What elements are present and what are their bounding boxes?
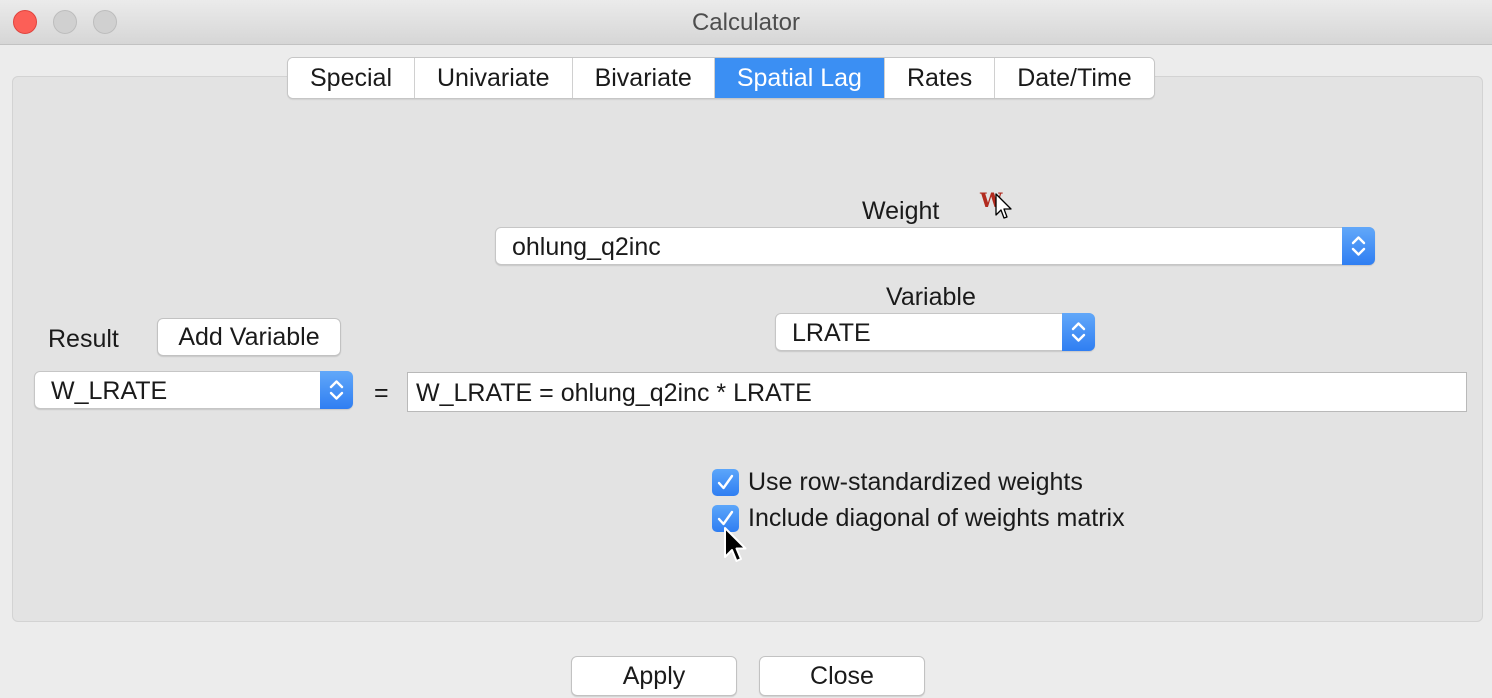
result-select-chevron-icon <box>320 371 353 409</box>
formula-field[interactable]: W_LRATE = ohlung_q2inc * LRATE <box>407 372 1467 412</box>
tab-rates[interactable]: Rates <box>884 58 996 98</box>
variable-select[interactable]: LRATE <box>775 313 1095 351</box>
weight-label: Weight <box>862 197 940 225</box>
pointer-cursor-icon <box>995 193 1012 219</box>
weight-select-value: ohlung_q2inc <box>512 233 661 261</box>
result-select[interactable]: W_LRATE <box>34 371 353 409</box>
variable-label: Variable <box>886 283 976 311</box>
equals-sign: = <box>374 379 389 407</box>
variable-select-chevron-icon <box>1062 313 1095 351</box>
add-variable-button[interactable]: Add Variable <box>157 318 341 356</box>
tab-bivariate[interactable]: Bivariate <box>572 58 715 98</box>
weights-manager-icon[interactable]: W <box>978 186 1018 226</box>
tab-bar: Special Univariate Bivariate Spatial Lag… <box>287 57 1155 99</box>
weight-select-chevron-icon <box>1342 227 1375 265</box>
formula-text: W_LRATE = ohlung_q2inc * LRATE <box>416 379 812 407</box>
variable-select-value: LRATE <box>792 319 871 347</box>
tab-univariate[interactable]: Univariate <box>415 58 573 98</box>
result-select-value: W_LRATE <box>51 377 168 405</box>
close-button[interactable]: Close <box>759 656 925 696</box>
weight-select[interactable]: ohlung_q2inc <box>495 227 1375 265</box>
tab-date-time[interactable]: Date/Time <box>995 58 1154 98</box>
apply-button[interactable]: Apply <box>571 656 737 696</box>
window-title: Calculator <box>691 9 801 36</box>
tab-special[interactable]: Special <box>288 58 415 98</box>
row-standardized-label: Use row-standardized weights <box>748 468 1083 496</box>
result-label: Result <box>48 325 119 353</box>
mouse-pointer-icon <box>724 527 747 562</box>
title-bar: Calculator <box>0 0 1492 45</box>
include-diagonal-label: Include diagonal of weights matrix <box>748 504 1125 532</box>
row-standardized-checkbox[interactable] <box>712 469 739 496</box>
tab-spatial-lag[interactable]: Spatial Lag <box>714 58 885 98</box>
